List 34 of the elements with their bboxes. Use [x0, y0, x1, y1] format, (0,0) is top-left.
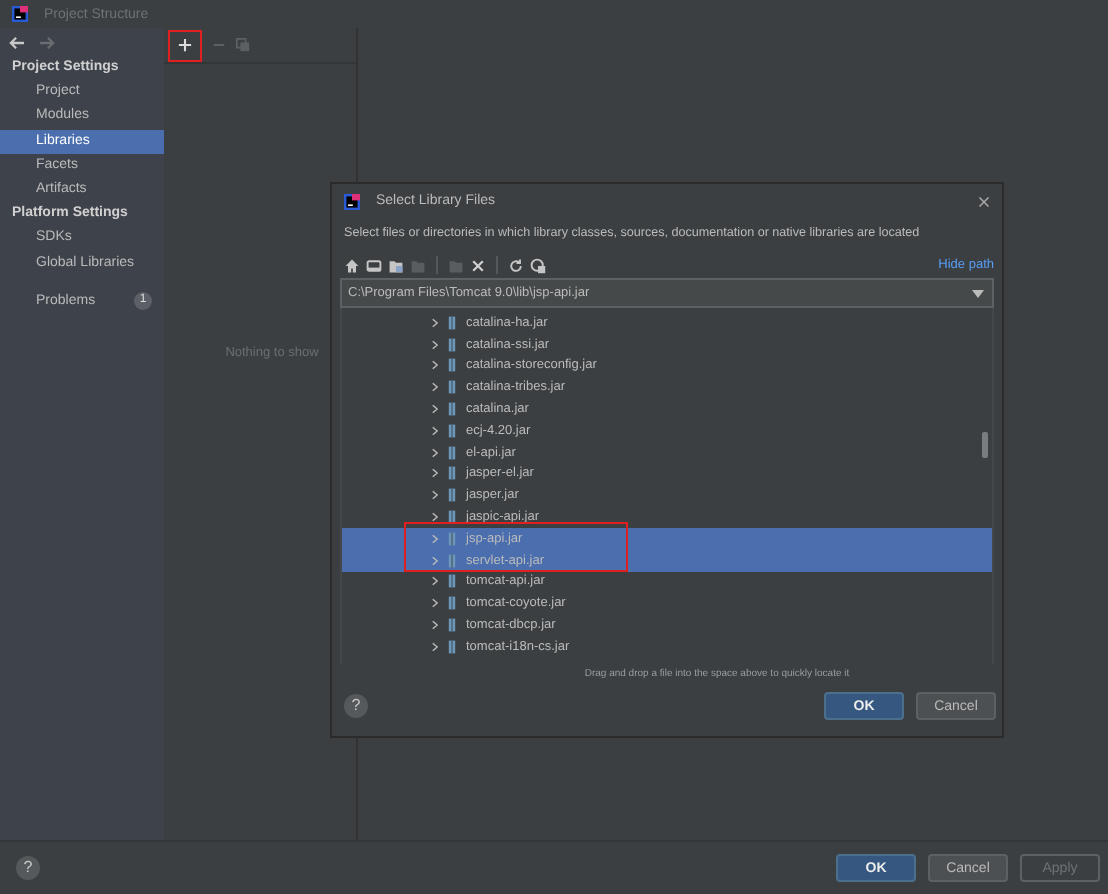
jar-file-icon [448, 445, 456, 460]
jar-file-icon [448, 402, 456, 417]
jar-file-icon [448, 380, 456, 395]
jar-file-icon [448, 596, 456, 611]
jar-file-icon [448, 574, 456, 589]
folder-icon [410, 257, 426, 273]
add-button[interactable] [168, 29, 202, 61]
jar-file-icon [448, 315, 456, 330]
jar-file-icon [448, 553, 456, 568]
help-button[interactable]: ? [344, 694, 368, 718]
close-icon[interactable] [978, 195, 990, 207]
app-logo-icon [344, 193, 360, 209]
plus-icon[interactable] [178, 38, 192, 52]
jar-file-icon [448, 358, 456, 373]
refresh-icon[interactable] [508, 257, 524, 273]
jar-file-icon [448, 423, 456, 438]
home-icon[interactable] [344, 257, 360, 273]
back-arrow-icon[interactable] [8, 36, 26, 50]
dropdown-arrow-icon[interactable] [972, 289, 984, 297]
folder-icon [448, 257, 464, 273]
delete-icon[interactable] [470, 257, 486, 273]
jar-file-icon [448, 510, 456, 525]
jar-file-icon [448, 531, 456, 546]
jar-file-icon [448, 618, 456, 633]
folder-icon[interactable] [388, 257, 404, 273]
desktop-icon[interactable] [366, 257, 382, 273]
help-button[interactable]: ? [16, 856, 40, 880]
jar-file-icon [448, 488, 456, 503]
app-logo-icon [12, 6, 28, 22]
jar-file-icon [448, 639, 456, 654]
jar-file-icon [448, 337, 456, 352]
jar-file-icon [448, 466, 456, 481]
hidden-files-icon[interactable] [530, 257, 546, 273]
scrollbar-thumb[interactable] [982, 432, 988, 458]
